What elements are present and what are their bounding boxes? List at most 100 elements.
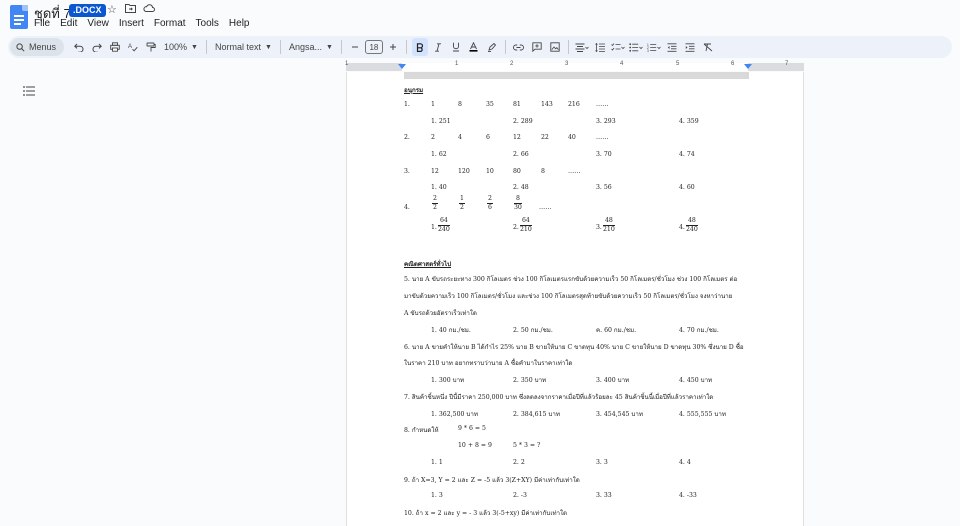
- zoom-select[interactable]: 100% ▼: [161, 38, 201, 56]
- title-bar: ชุดที่ 7 .DOCX ☆ File Edit View Insert F…: [0, 0, 960, 34]
- question-number: 1.: [404, 101, 410, 108]
- docx-badge: .DOCX: [69, 4, 106, 17]
- series-term: 81: [513, 101, 521, 108]
- question-number: 4.: [404, 204, 410, 211]
- answer-choice: 3. 33: [596, 492, 612, 499]
- document-outline-icon[interactable]: [23, 85, 35, 99]
- series-term: 120: [458, 168, 470, 175]
- answer-choice: 4. 555,555 บาท: [679, 411, 726, 418]
- fraction-term: 8 30: [514, 195, 522, 211]
- checklist-icon[interactable]: [610, 38, 626, 56]
- menu-file[interactable]: File: [34, 18, 50, 29]
- spellcheck-icon[interactable]: A: [125, 38, 141, 56]
- answer-choice: 4.: [679, 224, 685, 231]
- fraction-term: 12: [459, 195, 465, 211]
- docs-logo-icon[interactable]: [10, 5, 28, 29]
- menu-edit[interactable]: Edit: [60, 18, 77, 29]
- answer-choice: 1. 1: [431, 459, 443, 466]
- answer-choice: 3.: [596, 224, 602, 231]
- clear-formatting-icon[interactable]: [700, 38, 716, 56]
- fraction-term: 22: [432, 195, 438, 211]
- series-term: ……: [596, 101, 609, 108]
- move-folder-icon[interactable]: [125, 3, 136, 16]
- series-term: 8: [541, 168, 545, 175]
- search-icon: [16, 42, 25, 52]
- line-spacing-icon[interactable]: [592, 38, 608, 56]
- highlight-icon[interactable]: [484, 38, 500, 56]
- menu-view[interactable]: View: [87, 18, 109, 29]
- italic-icon[interactable]: [430, 38, 446, 56]
- question-text: 8. กำหนดให้: [404, 427, 439, 434]
- undo-icon[interactable]: [71, 38, 87, 56]
- font-select[interactable]: Angsa... ▼: [286, 38, 336, 56]
- left-indent-marker[interactable]: [398, 64, 406, 69]
- series-dots: ……: [539, 204, 552, 211]
- ruler-number: 4: [620, 61, 624, 67]
- add-comment-icon[interactable]: [529, 38, 545, 56]
- font-size-value: 18: [364, 40, 383, 54]
- svg-text:A: A: [128, 44, 132, 50]
- ruler-number: 6: [731, 61, 735, 67]
- decrease-indent-icon[interactable]: [664, 38, 680, 56]
- answer-choice: 1. 40 กม./ชม.: [431, 327, 471, 334]
- answer-choice: 1. 251: [431, 118, 451, 125]
- answer-choice: ค. 60 กม./ชม.: [596, 327, 637, 334]
- menu-format[interactable]: Format: [154, 18, 186, 29]
- section-heading-general-math: คณิตศาสตร์ทั่วไป: [404, 261, 452, 268]
- font-size-input[interactable]: 18: [364, 38, 383, 56]
- cloud-status-icon[interactable]: [143, 3, 155, 16]
- ruler-number: 7: [785, 61, 789, 67]
- menu-tools[interactable]: Tools: [196, 18, 219, 29]
- ruler[interactable]: 1 1 2 3 4 5 6 7: [0, 61, 960, 72]
- chevron-down-icon: ▼: [265, 43, 272, 51]
- menus-search[interactable]: Menus: [10, 38, 65, 56]
- insert-image-icon[interactable]: [547, 38, 563, 56]
- numbered-list-icon[interactable]: 123: [646, 38, 662, 56]
- answer-choice: 3. 56: [596, 184, 612, 191]
- align-icon[interactable]: [574, 38, 590, 56]
- bulleted-list-icon[interactable]: [628, 38, 644, 56]
- style-select[interactable]: Normal text ▼: [212, 38, 275, 56]
- increase-indent-icon[interactable]: [682, 38, 698, 56]
- document-page[interactable]: อนุกรม 1. 1 8 35 81 143 216 …… 1. 251 2.…: [346, 72, 804, 526]
- fraction-choice: 48 210: [603, 217, 615, 233]
- series-term: 80: [513, 168, 521, 175]
- ruler-right-margin: [748, 63, 804, 71]
- toolbar-divider: [279, 40, 281, 54]
- answer-choice: 2. 50 กม./ชม.: [513, 327, 553, 334]
- toolbar-divider: [205, 40, 207, 54]
- link-icon[interactable]: [511, 38, 527, 56]
- menus-label: Menus: [29, 42, 57, 52]
- menu-insert[interactable]: Insert: [119, 18, 144, 29]
- fraction-term: 26: [487, 195, 493, 211]
- series-term: 35: [486, 101, 494, 108]
- question-text: A ขับรถด้วยอัตราเร็วเท่าใด: [404, 310, 477, 317]
- series-term: 12: [513, 134, 521, 141]
- underline-icon[interactable]: [448, 38, 464, 56]
- menu-help[interactable]: Help: [229, 18, 250, 29]
- right-indent-marker[interactable]: [744, 64, 752, 69]
- increase-font-size-icon[interactable]: [385, 38, 401, 56]
- bold-icon[interactable]: [411, 38, 428, 56]
- redo-icon[interactable]: [89, 38, 105, 56]
- paint-format-icon[interactable]: [143, 38, 159, 56]
- question-number: 2.: [404, 134, 410, 141]
- toolbar-divider: [504, 40, 506, 54]
- ruler-number: 2: [510, 61, 514, 67]
- answer-choice: 3. 400 บาท: [596, 377, 630, 384]
- answer-choice: 4. 450 บาท: [679, 377, 713, 384]
- chevron-down-icon: ▼: [325, 43, 333, 51]
- menu-bar: File Edit View Insert Format Tools Help: [34, 18, 259, 29]
- answer-choice: 4. 359: [679, 118, 699, 125]
- decrease-font-size-icon[interactable]: [347, 38, 363, 56]
- star-icon[interactable]: ☆: [107, 3, 117, 16]
- series-term: 4: [458, 134, 462, 141]
- answer-choice: 2. 350 บาท: [513, 377, 547, 384]
- print-icon[interactable]: [107, 38, 123, 56]
- toolbar-divider: [405, 40, 407, 54]
- text-color-icon[interactable]: [466, 38, 482, 56]
- series-term: 10: [486, 168, 494, 175]
- chevron-down-icon: ▼: [191, 43, 198, 51]
- question-text: ในราคา 210 บาท อยากทราบว่านาย A ซื้อคำมา…: [404, 360, 573, 367]
- answer-choice: 1. 300 บาท: [431, 377, 465, 384]
